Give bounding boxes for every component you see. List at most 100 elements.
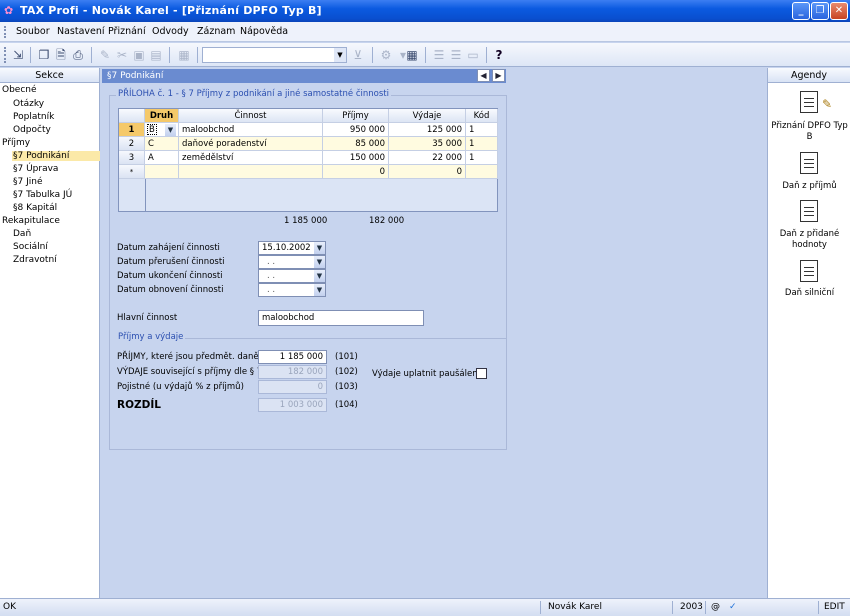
- tree-group-obecne[interactable]: Obecné: [2, 85, 37, 95]
- copy-icon[interactable]: ❐: [36, 47, 52, 63]
- print-icon[interactable]: ⎙: [70, 47, 86, 63]
- tree-item-odpocty[interactable]: Odpočty: [13, 125, 51, 135]
- calculator-icon[interactable]: ▦: [404, 47, 420, 63]
- open-icon[interactable]: ⇲: [10, 47, 26, 63]
- record-combo[interactable]: ▼: [202, 47, 347, 63]
- chevron-down-icon[interactable]: ▼: [314, 242, 325, 254]
- form-icon[interactable]: ▭: [465, 47, 481, 63]
- pausal-checkbox[interactable]: [476, 368, 487, 379]
- app-icon[interactable]: ✿: [4, 4, 17, 17]
- menu-zaznam[interactable]: Záznam: [197, 26, 235, 37]
- maximize-button[interactable]: ❐: [811, 2, 829, 20]
- check-icon: ✓: [729, 602, 737, 612]
- chevron-down-icon[interactable]: ▼: [314, 284, 325, 296]
- tree-item-socialni[interactable]: Sociální: [13, 242, 48, 252]
- druh-cell[interactable]: B ▼: [145, 123, 179, 137]
- filter-icon[interactable]: ⊻: [350, 47, 366, 63]
- kod-cell[interactable]: 1: [466, 123, 498, 137]
- save-icon[interactable]: ▣: [131, 47, 147, 63]
- druh-cell[interactable]: [145, 165, 179, 179]
- chevron-down-icon[interactable]: ▼: [314, 256, 325, 268]
- delete-record-icon[interactable]: ✂: [114, 47, 130, 63]
- cinnost-cell[interactable]: [179, 165, 323, 179]
- tree-item-zdravotni[interactable]: Zdravotní: [13, 255, 57, 265]
- kod-cell[interactable]: 1: [466, 137, 498, 151]
- col-prijmy[interactable]: Příjmy: [323, 109, 389, 123]
- save-all-icon[interactable]: ▤: [148, 47, 164, 63]
- document-icon[interactable]: [800, 260, 818, 282]
- document-icon[interactable]: [800, 152, 818, 174]
- document-icon[interactable]: [800, 91, 818, 113]
- kod-cell[interactable]: [466, 165, 498, 179]
- col-cinnost[interactable]: Činnost: [179, 109, 323, 123]
- list-detail-icon[interactable]: ☰: [448, 47, 464, 63]
- prijmy-cell[interactable]: 950 000: [323, 123, 389, 137]
- prev-arrow-icon[interactable]: ◀: [477, 69, 490, 82]
- tree-item-poplatnik[interactable]: Poplatník: [13, 112, 54, 122]
- menu-odvody[interactable]: Odvody: [152, 26, 189, 37]
- vydaje-cell[interactable]: 35 000: [389, 137, 466, 151]
- druh-cell[interactable]: A: [145, 151, 179, 165]
- tree-item-s7-uprava[interactable]: §7 Úprava: [13, 164, 58, 174]
- col-vydaje[interactable]: Výdaje: [389, 109, 466, 123]
- toolbar-grip[interactable]: [4, 47, 6, 63]
- druh-cell[interactable]: C: [145, 137, 179, 151]
- tree-item-s7-tabulka-ju[interactable]: §7 Tabulka JÚ: [13, 190, 72, 200]
- tree-group-rekapitulace[interactable]: Rekapitulace: [2, 216, 60, 226]
- agendas-header: Agendy: [768, 68, 850, 83]
- obnoveni-date-field[interactable]: . . ▼: [258, 283, 326, 297]
- close-button[interactable]: ✕: [830, 2, 848, 20]
- menu-napoveda[interactable]: Nápověda: [240, 26, 288, 37]
- cinnost-cell[interactable]: zemědělství: [179, 151, 323, 165]
- zahajeni-date-field[interactable]: 15.10.2002 ▼: [258, 241, 326, 255]
- menu-nastaveni[interactable]: Nastavení: [57, 26, 105, 37]
- col-kod[interactable]: Kód: [466, 109, 498, 123]
- new-record-icon[interactable]: ✎: [97, 47, 113, 63]
- document-icon[interactable]: [800, 200, 818, 222]
- agenda-dph[interactable]: Daň z přidané hodnoty: [768, 229, 850, 251]
- menu-soubor[interactable]: Soubor: [16, 26, 50, 37]
- ukonceni-date-field[interactable]: . . ▼: [258, 269, 326, 283]
- agenda-dan-silnicni[interactable]: Daň silniční: [768, 288, 850, 299]
- tools-icon[interactable]: ⚙: [378, 47, 394, 63]
- chevron-down-icon[interactable]: ▼: [165, 124, 176, 136]
- title-bar[interactable]: ✿ TAX Profi - Novák Karel - [Přiznání DP…: [0, 0, 850, 22]
- kod-cell[interactable]: 1: [466, 151, 498, 165]
- minimize-button[interactable]: _: [792, 2, 810, 20]
- vydaje-cell[interactable]: 0: [389, 165, 466, 179]
- cinnost-cell[interactable]: maloobchod: [179, 123, 323, 137]
- print-preview-icon[interactable]: 🗎: [53, 47, 69, 63]
- menu-priznani[interactable]: Přiznání: [108, 26, 146, 37]
- tree-item-otazky[interactable]: Otázky: [13, 99, 44, 109]
- hlavni-cinnost-field[interactable]: maloobchod: [258, 310, 424, 326]
- vydaje-cell[interactable]: 22 000: [389, 151, 466, 165]
- chevron-down-icon[interactable]: ▼: [334, 48, 346, 62]
- row-number[interactable]: 1: [119, 123, 145, 137]
- cinnost-cell[interactable]: daňové poradenství: [179, 137, 323, 151]
- new-row-marker[interactable]: *: [119, 165, 145, 179]
- prijmy-cell[interactable]: 85 000: [323, 137, 389, 151]
- tree-item-s8-kapital[interactable]: §8 Kapitál: [13, 203, 57, 213]
- row-number[interactable]: 3: [119, 151, 145, 165]
- chevron-down-icon[interactable]: ▼: [314, 270, 325, 282]
- prijmy-cell[interactable]: 0: [323, 165, 389, 179]
- list-icon[interactable]: ☰: [431, 47, 447, 63]
- help-icon[interactable]: ?: [491, 47, 507, 63]
- tree-group-prijmy[interactable]: Příjmy: [2, 138, 30, 148]
- preruseni-date-field[interactable]: . . ▼: [258, 255, 326, 269]
- col-druh[interactable]: Druh: [145, 109, 179, 123]
- agenda-priznani[interactable]: Přiznání DPFO Typ B: [768, 121, 850, 143]
- menu-grip[interactable]: [4, 26, 6, 38]
- next-arrow-icon[interactable]: ▶: [492, 69, 505, 82]
- tree-item-dan[interactable]: Daň: [13, 229, 31, 239]
- prijmy-cell[interactable]: 150 000: [323, 151, 389, 165]
- tree-item-s7-podnikani[interactable]: §7 Podnikání: [12, 151, 100, 161]
- paste-icon[interactable]: ▦: [176, 47, 192, 63]
- row-number[interactable]: 2: [119, 137, 145, 151]
- prijmy-field[interactable]: 1 185 000: [258, 350, 327, 364]
- vydaje-cell[interactable]: 125 000: [389, 123, 466, 137]
- grid-corner: [119, 109, 145, 123]
- agenda-dan-z-prijmu[interactable]: Daň z příjmů: [768, 181, 850, 192]
- zahajeni-label: Datum zahájení činnosti: [117, 243, 220, 253]
- tree-item-s7-jine[interactable]: §7 Jiné: [13, 177, 42, 187]
